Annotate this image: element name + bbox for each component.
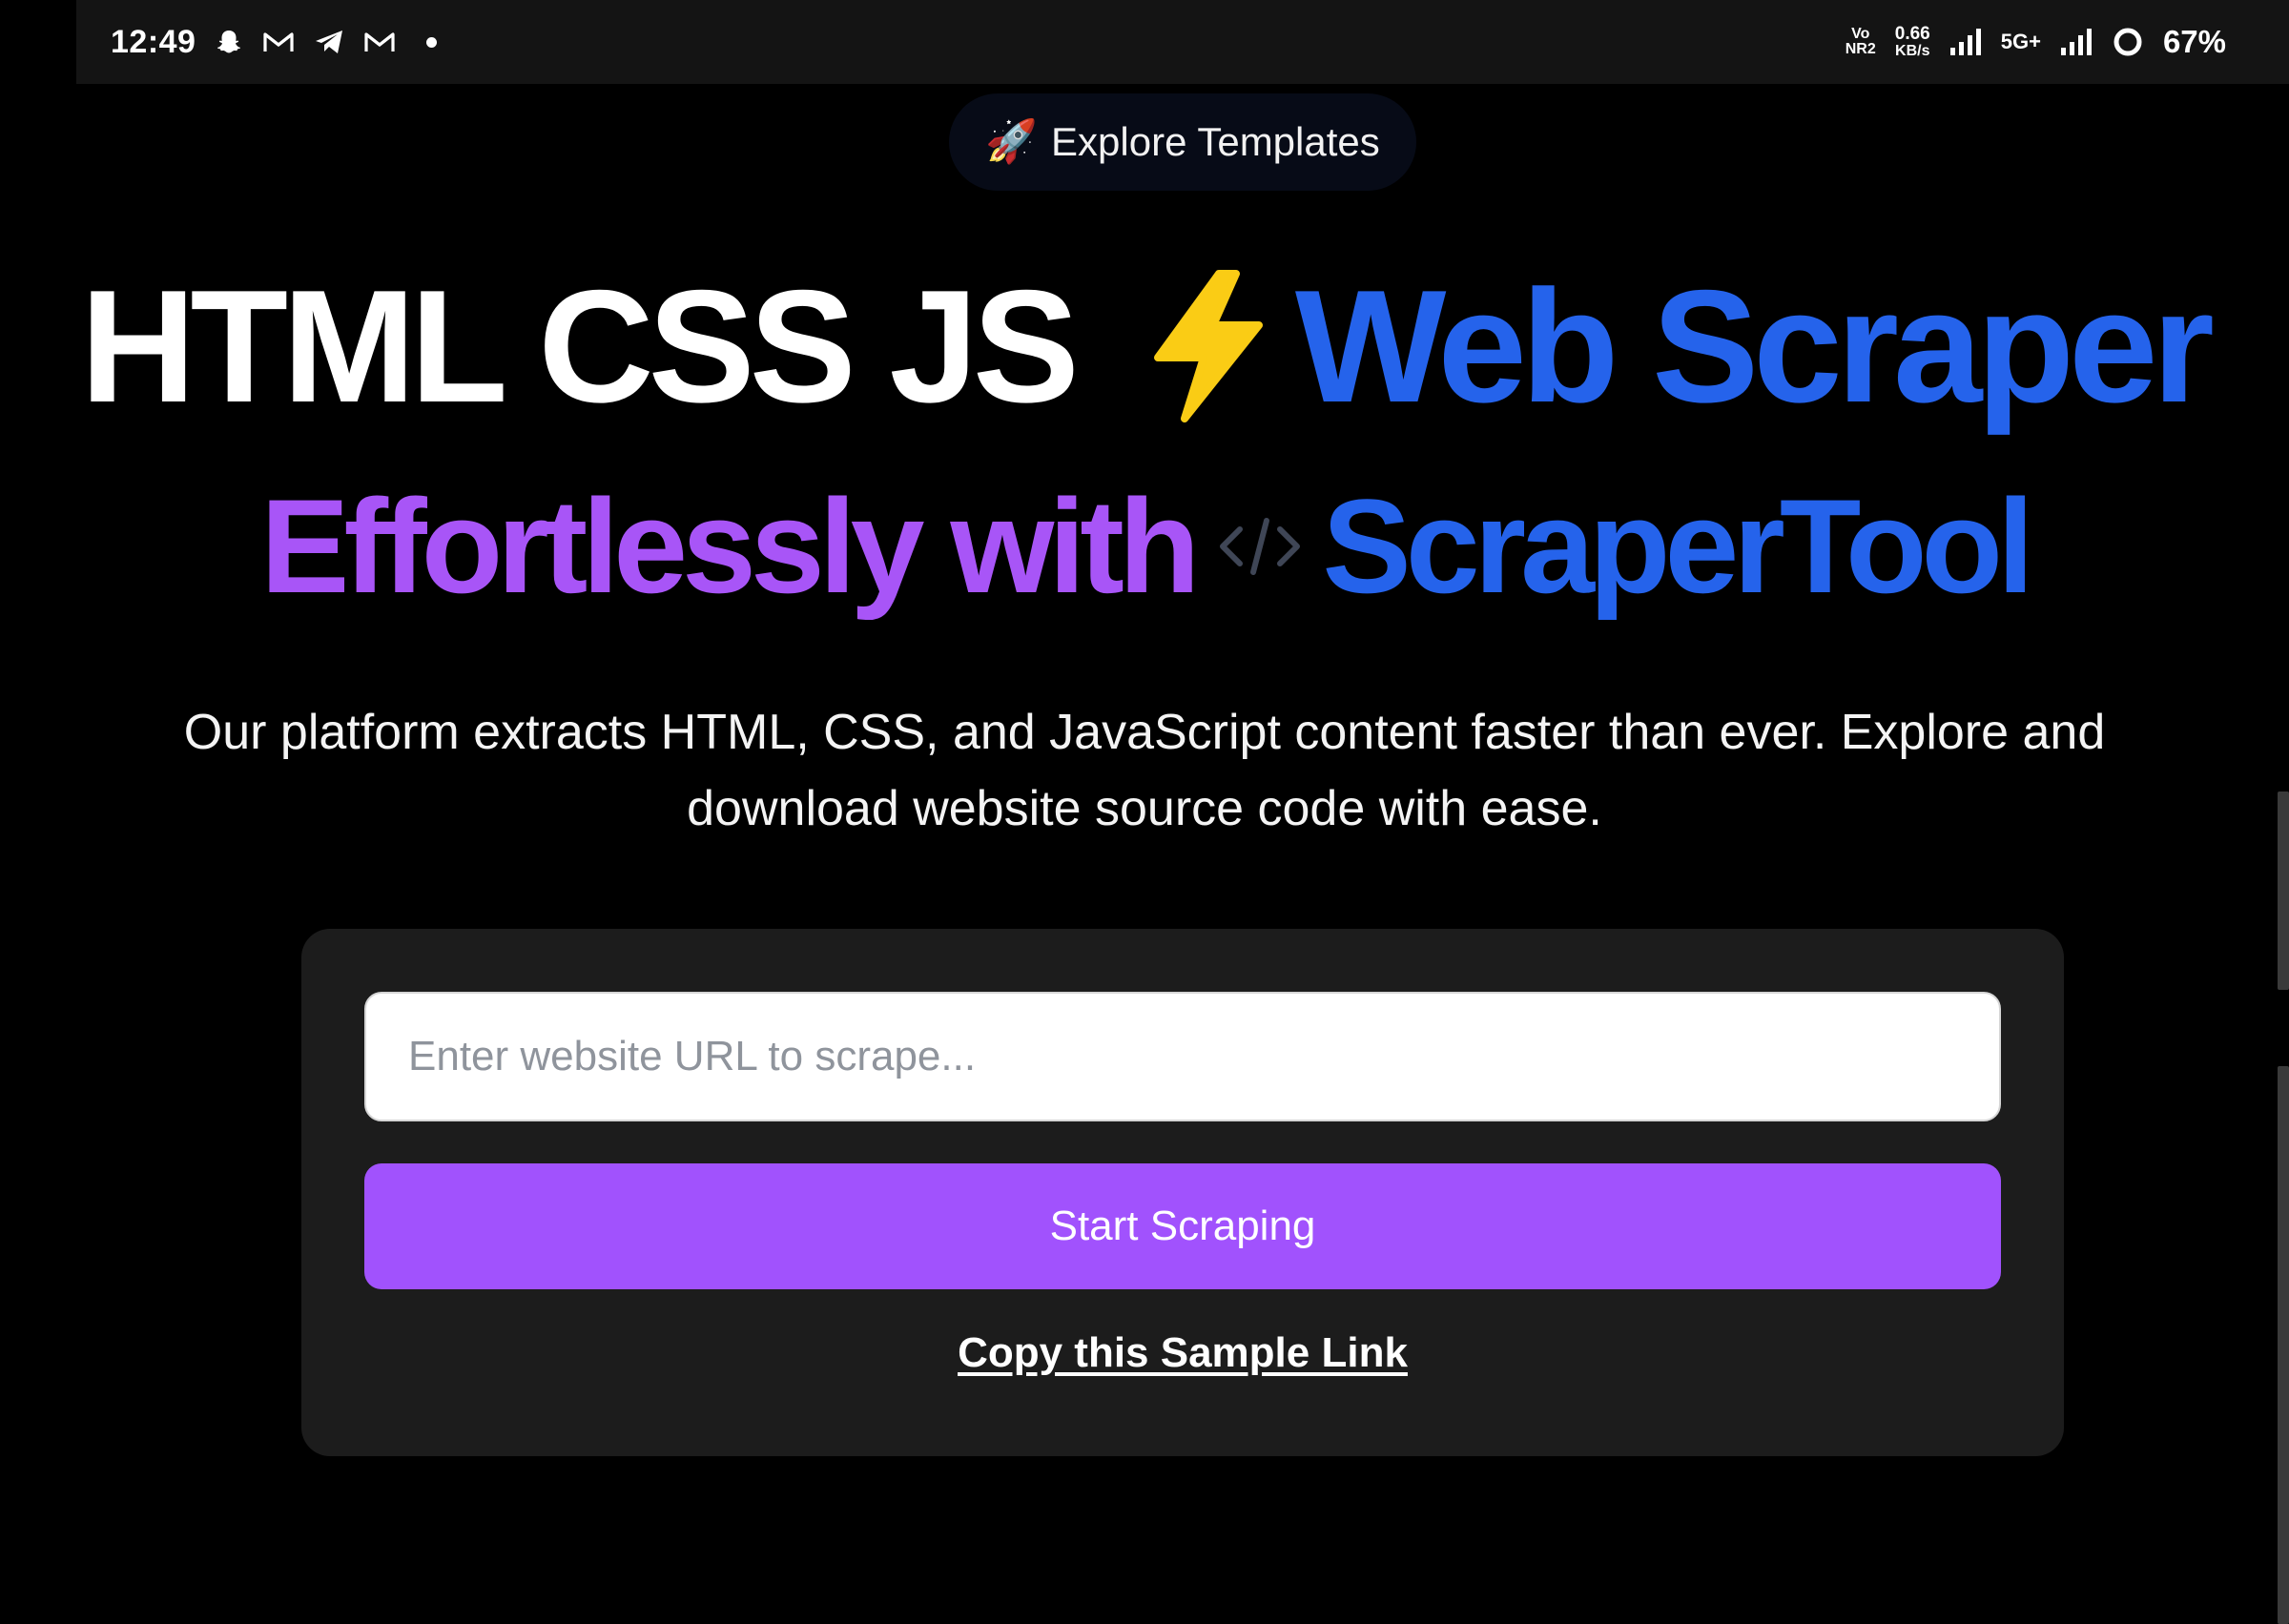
network-speed: 0.66 KB/s [1894,23,1930,59]
battery-percent: 67% [2162,24,2226,59]
battery-ring-icon [2112,26,2144,58]
gmail-icon [363,30,396,54]
volte-indicator: Vo NR2 [1845,26,1876,57]
scrollbar-thumb[interactable] [2278,791,2289,990]
lightning-bolt-icon [1141,270,1274,422]
explore-templates-label: Explore Templates [1051,119,1380,164]
network-type: 5G+ [2000,30,2041,53]
code-brackets-icon [1219,513,1301,580]
scrape-form-card: Start Scraping Copy this Sample Link [301,929,2064,1456]
headline-line-1: HTML CSS JS Web Scraper [0,257,2289,436]
headline-effortlessly: Effortlessly with [260,471,1200,621]
telegram-icon [314,29,344,55]
headline-line-2: Effortlessly with ScraperTool [0,471,2289,621]
explore-templates-button[interactable]: 🚀 Explore Templates [949,93,1416,191]
signal-bars-icon [1949,28,1982,56]
rocket-icon: 🚀 [985,118,1039,165]
status-right: Vo NR2 0.66 KB/s 5G+ 67% [1846,24,2226,60]
status-time: 12:49 [111,23,196,60]
copy-sample-link[interactable]: Copy this Sample Link [301,1329,2064,1377]
notification-dot-icon [426,36,438,48]
status-bar: 12:49 Vo NR2 0.66 KB/s 5G+ 67% [76,0,2289,84]
start-scraping-button[interactable]: Start Scraping [364,1163,2001,1289]
headline-scrapertool: ScraperTool [1322,471,2034,621]
hero-description: Our platform extracts HTML, CSS, and Jav… [183,705,2106,836]
status-left: 12:49 [111,23,438,61]
scrollbar-track[interactable] [2278,1066,2289,1624]
snapchat-icon [215,28,243,56]
gmail-icon [262,30,295,54]
app-page: 12:49 Vo NR2 0.66 KB/s 5G+ 67% 🚀 Explore… [0,0,2289,1624]
url-input[interactable] [364,992,2001,1121]
headline-web-scraper: Web Scraper [1294,256,2215,436]
signal-bars-icon [2060,28,2093,56]
headline-html-css-js: HTML CSS JS [80,256,1080,436]
